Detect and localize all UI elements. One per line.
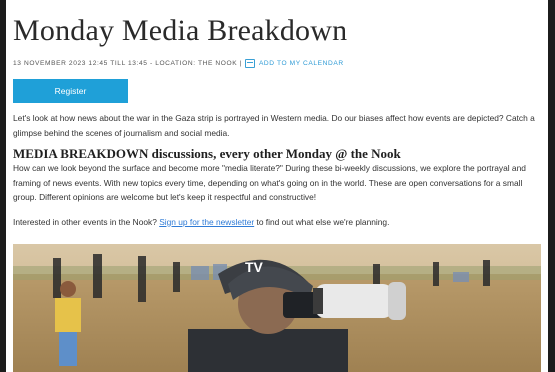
- event-meta: 13 NOVEMBER 2023 12:45 TILL 13:45 - LOCA…: [13, 59, 541, 68]
- helmet-text: TV: [245, 259, 264, 275]
- event-content: Monday Media Breakdown 13 NOVEMBER 2023 …: [13, 14, 541, 229]
- add-to-calendar-link[interactable]: ADD TO MY CALENDAR: [259, 60, 344, 67]
- event-page: Monday Media Breakdown 13 NOVEMBER 2023 …: [0, 0, 555, 372]
- event-photo: TV: [13, 244, 541, 372]
- section-heading: MEDIA BREAKDOWN discussions, every other…: [13, 146, 401, 161]
- page-title: Monday Media Breakdown: [13, 14, 348, 47]
- window-edge-left: [0, 0, 6, 372]
- event-datetime-location: 13 NOVEMBER 2023 12:45 TILL 13:45 - LOCA…: [13, 60, 242, 67]
- intro-text: Let's look at how news about the war in …: [13, 113, 535, 138]
- newsletter-prefix: Interested in other events in the Nook?: [13, 216, 160, 227]
- newsletter-suffix: to find out what else we're planning.: [254, 216, 390, 227]
- photo-illustration: TV: [13, 244, 541, 372]
- newsletter-link[interactable]: Sign up for the newsletter: [159, 217, 254, 227]
- calendar-icon[interactable]: [244, 59, 255, 68]
- section-body: How can we look beyond the surface and b…: [13, 163, 526, 202]
- register-button[interactable]: Register: [13, 79, 128, 103]
- window-edge-right: [548, 0, 555, 372]
- newsletter-line: Interested in other events in the Nook? …: [13, 215, 541, 230]
